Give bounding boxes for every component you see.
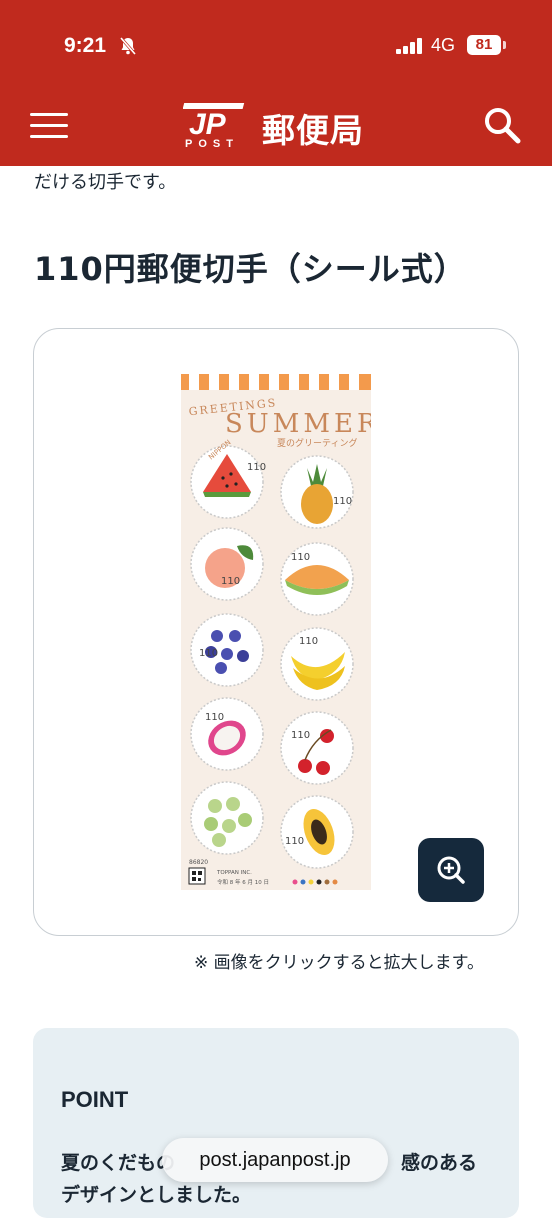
- svg-text:110: 110: [291, 730, 310, 741]
- zoom-in-icon: [437, 856, 465, 884]
- svg-text:110: 110: [205, 712, 224, 723]
- browser-url-bar[interactable]: post.japanpost.jp: [162, 1138, 388, 1182]
- stamp-sheet-illustration: GREETINGS SUMMER 夏のグリーティング NIPPON 110 11…: [181, 374, 377, 886]
- point-text-end: 感のある: [401, 1152, 478, 1174]
- muscat-stamp: [190, 781, 264, 855]
- svg-text:令和 8 年 6 月 10 日: 令和 8 年 6 月 10 日: [217, 878, 269, 886]
- menu-button[interactable]: [30, 110, 68, 140]
- svg-text:JP: JP: [189, 108, 227, 141]
- battery-level: 81: [467, 35, 501, 55]
- svg-text:86820: 86820: [189, 859, 208, 866]
- zoom-button[interactable]: [418, 838, 484, 902]
- svg-text:POST: POST: [185, 138, 239, 150]
- point-title: POINT: [61, 1087, 129, 1112]
- watermelon-stamp: [190, 445, 264, 519]
- battery-icon: [503, 41, 506, 49]
- svg-text:110: 110: [221, 576, 240, 587]
- svg-text:110: 110: [291, 552, 310, 563]
- svg-text:110: 110: [247, 462, 266, 473]
- svg-text:SUMMER: SUMMER: [225, 409, 371, 439]
- stamp-sheet-image[interactable]: GREETINGS SUMMER 夏のグリーティング NIPPON 110 11…: [181, 374, 377, 890]
- status-bar: 9:21 4G 81: [0, 0, 552, 90]
- svg-text:110: 110: [285, 836, 304, 847]
- dragon-fruit-stamp: [190, 697, 264, 771]
- site-name[interactable]: 郵便局: [262, 104, 364, 152]
- zoom-note: ※ 画像をクリックすると拡大します。: [194, 953, 484, 973]
- status-time: 9:21: [64, 34, 107, 57]
- cellular-signal-icon: [396, 38, 422, 54]
- network-type: 4G: [431, 35, 456, 55]
- point-text-line2: デザインとしました。: [61, 1184, 252, 1206]
- svg-text:夏のグリーティング: 夏のグリーティング: [277, 437, 357, 449]
- point-text-start: 夏のくだもの: [61, 1152, 176, 1174]
- svg-text:110: 110: [199, 648, 218, 659]
- svg-text:110: 110: [333, 496, 352, 507]
- search-icon[interactable]: [482, 105, 522, 145]
- svg-text:TOPPAN INC.: TOPPAN INC.: [216, 870, 252, 876]
- svg-text:110: 110: [299, 636, 318, 647]
- page-heading: 110円郵便切手（シール式）: [34, 250, 467, 288]
- pineapple-stamp: [280, 455, 354, 529]
- jp-post-logo[interactable]: JP POST: [183, 100, 247, 150]
- papaya-stamp: [280, 795, 354, 869]
- silent-bell-icon: [119, 37, 137, 55]
- peach-stamp: [190, 527, 264, 601]
- intro-text: だける切手です。: [34, 172, 177, 193]
- cherry-stamp: [280, 711, 354, 785]
